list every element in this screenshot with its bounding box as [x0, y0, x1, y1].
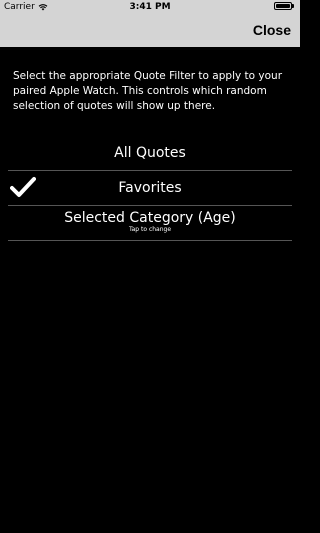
option-label: Favorites [118, 180, 182, 196]
status-bar: Carrier 3:41 PM [0, 0, 300, 14]
option-label: All Quotes [114, 145, 186, 161]
battery-icon [274, 2, 296, 11]
option-label: Selected Category (Age) [64, 210, 236, 226]
option-selected-category[interactable]: Selected Category (Age) Tap to change [8, 206, 292, 241]
status-time: 3:41 PM [129, 2, 171, 12]
screen: Carrier 3:41 PM Close Select the appropr… [0, 0, 300, 533]
option-all-quotes[interactable]: All Quotes [8, 136, 292, 171]
intro-text: Select the appropriate Quote Filter to a… [13, 70, 283, 112]
checkmark-icon [10, 177, 36, 197]
option-sublabel: Tap to change [128, 226, 172, 233]
option-favorites[interactable]: Favorites [8, 171, 292, 206]
quote-filter-options: All Quotes Favorites Selected Category (… [0, 136, 300, 241]
top-bar: Carrier 3:41 PM Close [0, 0, 300, 47]
close-button[interactable]: Close [253, 22, 291, 38]
